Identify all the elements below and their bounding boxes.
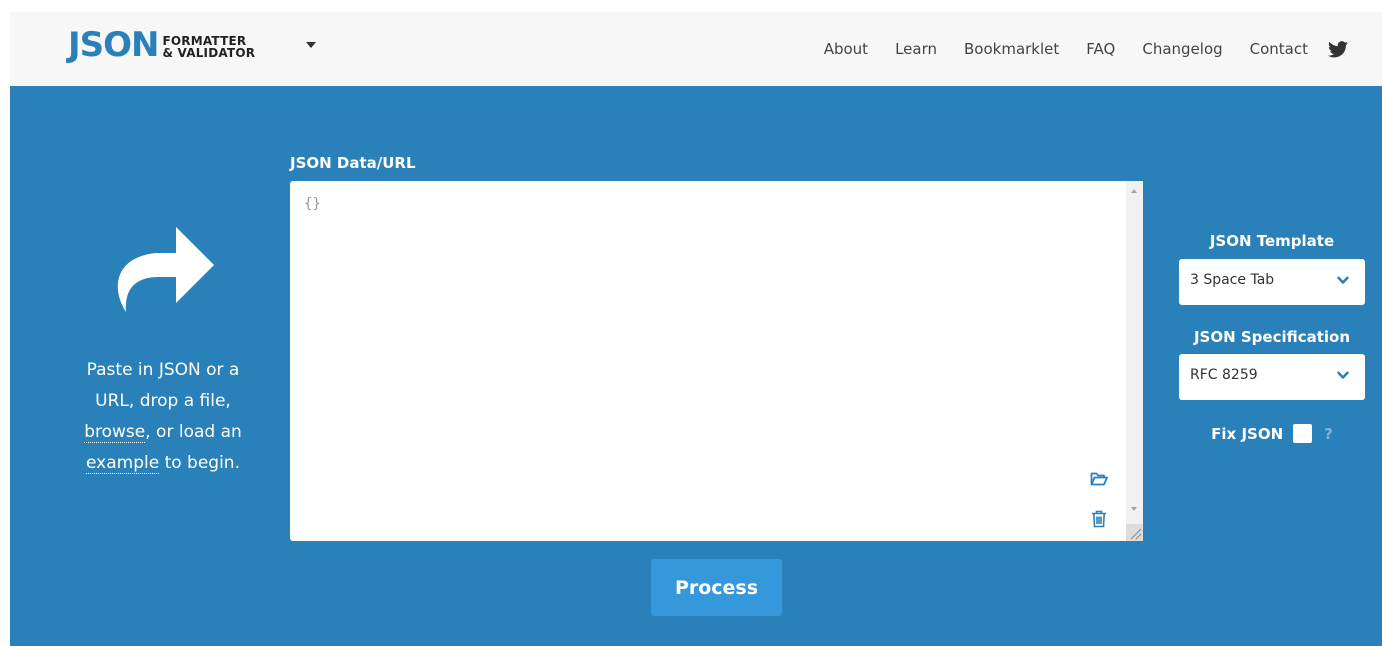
json-input-textarea[interactable]: {}	[290, 181, 1143, 541]
json-template-label: JSON Template	[1209, 232, 1335, 250]
editor-content[interactable]: {}	[304, 196, 321, 212]
logo-line2: & VALIDATOR	[162, 46, 256, 60]
nav-link-changelog[interactable]: Changelog	[1142, 40, 1222, 58]
nav-link-contact[interactable]: Contact	[1250, 40, 1308, 58]
fix-json-row: Fix JSON ?	[1179, 424, 1365, 443]
json-template-select[interactable]: 3 Space Tab	[1179, 259, 1365, 305]
json-template-value: 3 Space Tab	[1190, 272, 1275, 288]
intro-line1: Paste in JSON or a	[86, 360, 240, 380]
process-button[interactable]: Process	[651, 559, 782, 616]
twitter-icon[interactable]	[1328, 40, 1348, 58]
scroll-up-icon[interactable]	[1131, 189, 1137, 193]
navbar: JSON FORMATTER & VALIDATOR About Learn B…	[10, 12, 1382, 86]
intro-line4: example to begin.	[68, 448, 258, 479]
nav-link-faq[interactable]: FAQ	[1086, 40, 1115, 58]
caret-down-icon[interactable]	[306, 42, 316, 48]
resize-icon	[1130, 528, 1142, 540]
scroll-down-icon[interactable]	[1131, 507, 1137, 511]
intro-line3: browse, or load an	[68, 417, 258, 448]
editor-scrollbar[interactable]	[1126, 181, 1143, 541]
resize-grip[interactable]	[1126, 524, 1143, 541]
logo-subtitle: FORMATTER & VALIDATOR	[163, 35, 256, 59]
intro-line2: URL, drop a file,	[95, 391, 231, 411]
app-frame: JSON FORMATTER & VALIDATOR About Learn B…	[10, 12, 1382, 646]
example-link[interactable]: example	[86, 453, 160, 474]
browse-link[interactable]: browse	[84, 422, 146, 443]
nav-links: About Learn Bookmarklet FAQ Changelog Co…	[824, 12, 1348, 86]
chevron-down-icon	[1337, 371, 1349, 379]
trash-icon[interactable]	[1091, 510, 1107, 528]
intro-line4-rest: to begin.	[159, 453, 240, 473]
fix-json-checkbox[interactable]	[1293, 424, 1313, 443]
intro-line3-rest: , or load an	[145, 422, 242, 442]
folder-open-icon[interactable]	[1090, 471, 1108, 487]
help-icon[interactable]: ?	[1324, 425, 1333, 443]
logo[interactable]: JSON FORMATTER & VALIDATOR	[68, 26, 255, 64]
json-spec-select[interactable]: RFC 8259	[1179, 354, 1365, 400]
nav-link-bookmarklet[interactable]: Bookmarklet	[964, 40, 1059, 58]
logo-main: JSON	[68, 25, 159, 65]
json-spec-value: RFC 8259	[1190, 367, 1258, 383]
nav-link-learn[interactable]: Learn	[895, 40, 937, 58]
intro-text: Paste in JSON or a URL, drop a file, bro…	[68, 355, 258, 479]
share-arrow-icon	[117, 227, 214, 312]
json-spec-label: JSON Specification	[1193, 328, 1351, 346]
chevron-down-icon	[1337, 276, 1349, 284]
fix-json-label: Fix JSON	[1211, 424, 1284, 443]
nav-link-about[interactable]: About	[824, 40, 868, 58]
json-data-label: JSON Data/URL	[290, 154, 416, 172]
